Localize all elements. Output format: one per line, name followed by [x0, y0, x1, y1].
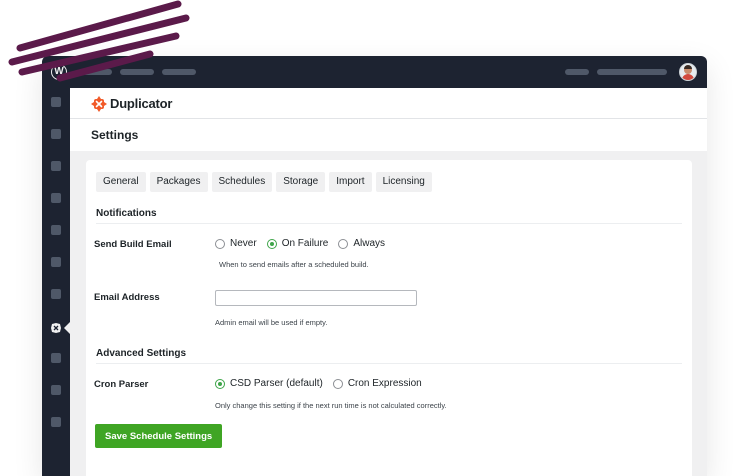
duplicator-menu-icon[interactable] — [50, 322, 62, 334]
radio-option-on-failure[interactable]: On Failure — [266, 238, 328, 249]
radio-button[interactable] — [332, 378, 343, 389]
page-title: Settings — [91, 128, 139, 142]
plugin-brand-bar: Duplicator — [70, 88, 707, 119]
sidebar-menu-item[interactable] — [51, 97, 61, 107]
radio-option-always[interactable]: Always — [338, 238, 385, 249]
radio-button-selected[interactable] — [215, 378, 225, 389]
settings-panel: General Packages Schedules Storage Impor… — [86, 160, 692, 476]
cron-parser-label: Cron Parser — [94, 379, 149, 390]
duplicator-logo-icon — [91, 96, 107, 112]
radio-option-csd-parser[interactable]: CSD Parser (default) — [215, 378, 323, 389]
admin-sidebar — [42, 88, 70, 476]
email-address-help: Admin email will be used if empty. — [215, 318, 328, 327]
tab-packages[interactable]: Packages — [149, 172, 208, 192]
tab-import[interactable]: Import — [329, 172, 372, 192]
top-bar-menu-placeholder[interactable] — [597, 69, 667, 75]
decorative-scribble — [8, 0, 190, 82]
tab-licensing[interactable]: Licensing — [375, 172, 432, 192]
sidebar-menu-item[interactable] — [51, 129, 61, 139]
sidebar-menu-item[interactable] — [51, 353, 61, 363]
top-bar-menu-placeholder[interactable] — [565, 69, 589, 75]
radio-button[interactable] — [215, 238, 225, 249]
sidebar-menu-item[interactable] — [51, 385, 61, 395]
section-heading-advanced: Advanced Settings — [96, 348, 187, 359]
app-window: W Duplicator Settings General Packages S… — [42, 56, 707, 476]
cron-parser-options: CSD Parser (default) Cron Expression — [215, 378, 432, 389]
sidebar-menu-item[interactable] — [51, 161, 61, 171]
save-schedule-settings-button[interactable]: Save Schedule Settings — [95, 424, 223, 448]
email-address-label: Email Address — [94, 292, 160, 303]
settings-tabs: General Packages Schedules Storage Impor… — [96, 172, 432, 192]
radio-option-cron-expression[interactable]: Cron Expression — [332, 378, 422, 389]
send-build-email-options: Never On Failure Always — [215, 238, 395, 249]
radio-option-never[interactable]: Never — [215, 238, 257, 249]
sidebar-menu-item[interactable] — [51, 289, 61, 299]
tab-storage[interactable]: Storage — [276, 172, 326, 192]
send-build-email-label: Send Build Email — [94, 239, 172, 250]
section-divider — [96, 363, 682, 364]
sidebar-menu-item[interactable] — [51, 193, 61, 203]
sidebar-menu-item[interactable] — [51, 257, 61, 267]
sidebar-menu-item[interactable] — [51, 417, 61, 427]
active-menu-pointer — [64, 322, 70, 334]
radio-button-selected[interactable] — [266, 238, 277, 249]
email-address-input[interactable] — [215, 290, 417, 306]
cron-parser-help: Only change this setting if the next run… — [215, 401, 447, 410]
radio-button[interactable] — [338, 238, 349, 249]
send-build-email-help: When to send emails after a scheduled bu… — [219, 260, 369, 269]
tab-schedules[interactable]: Schedules — [211, 172, 273, 192]
sidebar-menu-item[interactable] — [51, 225, 61, 235]
page-header: Settings — [70, 119, 707, 151]
tab-general[interactable]: General — [96, 172, 146, 192]
section-heading-notifications: Notifications — [96, 208, 157, 219]
user-avatar[interactable] — [679, 63, 697, 81]
section-divider — [96, 223, 682, 224]
brand-name: Duplicator — [110, 96, 173, 111]
